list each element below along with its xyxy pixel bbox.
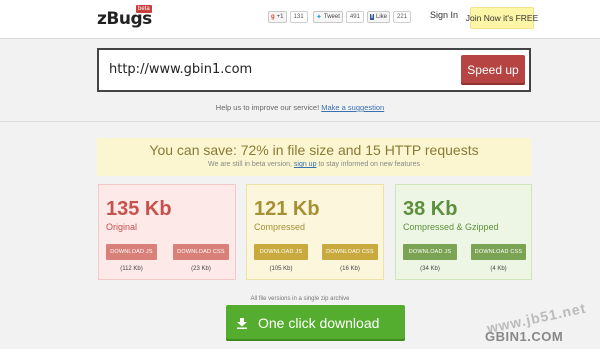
gplus-icon: g bbox=[271, 14, 275, 20]
gzipped-download-js-button[interactable]: DOWNLOAD JS bbox=[403, 244, 457, 260]
join-now-button[interactable]: Join Now it's FREE bbox=[466, 7, 538, 29]
gplus-label: +1 bbox=[276, 14, 284, 20]
gplus-count: 131 bbox=[289, 11, 308, 23]
tweet-label: Tweet bbox=[323, 14, 340, 20]
make-suggestion-link[interactable]: Make a suggestion bbox=[321, 103, 384, 112]
gzipped-download-css-button[interactable]: DOWNLOAD CSS bbox=[471, 244, 526, 260]
speed-up-button[interactable]: Speed up bbox=[461, 55, 525, 85]
help-line: Help us to improve our service! Make a s… bbox=[0, 103, 600, 112]
watermark-gbin1: GBIN1.COM bbox=[485, 329, 564, 344]
tweet-widget[interactable]: ✦ Tweet 491 bbox=[313, 11, 364, 23]
facebook-icon: f bbox=[370, 14, 374, 20]
original-download-css-button[interactable]: DOWNLOAD CSS bbox=[173, 244, 229, 260]
like-button[interactable]: f Like bbox=[367, 11, 391, 23]
beta-notice: We are still in beta version, sign up to… bbox=[97, 161, 531, 168]
gzipped-size: 38 Kb bbox=[403, 198, 458, 220]
download-arrow-icon bbox=[237, 318, 247, 329]
site-header: zBugs beta g +1 131 ✦ Tweet 491 f Like 2… bbox=[0, 0, 600, 39]
original-download-js-button[interactable]: DOWNLOAD JS bbox=[106, 244, 157, 260]
beta-notice-suffix: to stay informed on new features bbox=[318, 161, 420, 168]
savings-title: You can save: 72% in file size and 15 HT… bbox=[149, 142, 479, 158]
one-click-download-button[interactable]: One click download bbox=[226, 305, 405, 341]
tweet-button[interactable]: ✦ Tweet bbox=[313, 11, 343, 23]
compressed-caption: Compressed bbox=[254, 222, 306, 232]
savings-banner: You can save: 72% in file size and 15 HT… bbox=[97, 138, 531, 176]
zip-archive-note: All file versions in a single zip archiv… bbox=[250, 296, 350, 302]
compressed-card: 121 Kb Compressed DOWNLOAD JS DOWNLOAD C… bbox=[246, 184, 384, 280]
gzipped-card: 38 Kb Compressed & Gzipped DOWNLOAD JS D… bbox=[395, 184, 532, 280]
section-divider bbox=[0, 121, 600, 122]
sign-up-link[interactable]: sign up bbox=[294, 161, 317, 168]
gplus-widget[interactable]: g +1 131 bbox=[268, 11, 308, 23]
twitter-bird-icon: ✦ bbox=[316, 14, 322, 21]
gzipped-js-size: (34 Kb) bbox=[420, 266, 440, 272]
help-text: Help us to improve our service! bbox=[215, 103, 320, 112]
sign-in-link[interactable]: Sign In bbox=[430, 10, 458, 20]
compressed-js-size: (105 Kb) bbox=[269, 266, 293, 272]
url-form: Speed up bbox=[97, 48, 531, 92]
gzipped-css-size: (4 Kb) bbox=[490, 266, 507, 272]
original-card: 135 Kb Original DOWNLOAD JS DOWNLOAD CSS… bbox=[98, 184, 236, 280]
compressed-css-size: (16 Kb) bbox=[340, 266, 360, 272]
compressed-download-js-button[interactable]: DOWNLOAD JS bbox=[254, 244, 308, 260]
original-caption: Original bbox=[106, 222, 138, 232]
beta-badge: beta bbox=[136, 5, 152, 13]
compressed-download-css-button[interactable]: DOWNLOAD CSS bbox=[322, 244, 378, 260]
like-label: Like bbox=[376, 14, 388, 20]
beta-notice-prefix: We are still in beta version, bbox=[208, 161, 292, 168]
original-css-size: (23 Kb) bbox=[191, 266, 211, 272]
tweet-count: 491 bbox=[345, 11, 364, 23]
gzipped-caption: Compressed & Gzipped bbox=[403, 222, 499, 232]
like-widget[interactable]: f Like 221 bbox=[367, 11, 412, 23]
like-count: 221 bbox=[393, 11, 412, 23]
one-click-download-label: One click download bbox=[258, 315, 380, 331]
url-input[interactable] bbox=[109, 62, 449, 77]
gplus-button[interactable]: g +1 bbox=[268, 11, 287, 23]
original-js-size: (112 Kb) bbox=[120, 266, 143, 272]
compressed-size: 121 Kb bbox=[254, 198, 320, 220]
original-size: 135 Kb bbox=[106, 198, 172, 220]
